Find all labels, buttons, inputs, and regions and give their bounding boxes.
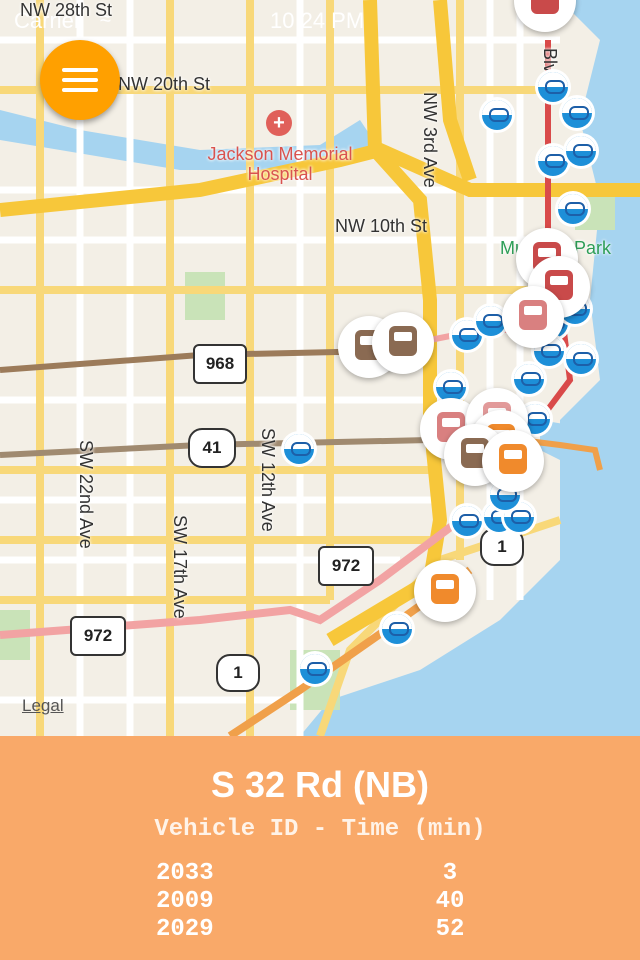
arrival-row: 2033 3: [0, 860, 640, 888]
bike-station-icon[interactable]: [538, 146, 568, 176]
bus-icon[interactable]: [414, 560, 476, 622]
arrivals-column-header: Vehicle ID - Time (min): [154, 816, 486, 843]
arrivals-list: 2033 3 2009 40 2029 52: [0, 860, 640, 944]
street-label-nw-3rd-ave: NW 3rd Ave: [420, 92, 440, 188]
map-view[interactable]: Carrier ≈ 10:24 PM NW 28th St NW 20th St…: [0, 0, 640, 736]
hospital-label: Jackson Memorial Hospital: [207, 144, 353, 184]
bike-station-icon[interactable]: [382, 614, 412, 644]
clock-label: 10:24 PM: [270, 8, 365, 33]
bike-station-icon[interactable]: [562, 98, 592, 128]
arrival-row: 2029 52: [0, 916, 640, 944]
hamburger-icon: [62, 88, 98, 92]
bike-station-icon[interactable]: [538, 72, 568, 102]
highway-shield-972: 972: [318, 546, 374, 586]
menu-button[interactable]: [40, 40, 120, 120]
street-label-sw-17th-ave: SW 17th Ave: [170, 515, 190, 619]
bike-station-icon[interactable]: [558, 194, 588, 224]
vehicle-id: 2029: [156, 916, 214, 943]
street-label-sw-22nd-ave: SW 22nd Ave: [76, 440, 96, 549]
arrival-time: 52: [435, 916, 465, 943]
highway-shield-41: 41: [188, 428, 236, 468]
bike-station-icon[interactable]: [284, 434, 314, 464]
bus-icon[interactable]: [502, 286, 564, 348]
arrival-time: 40: [435, 888, 465, 915]
street-label-sw-12th-ave: SW 12th Ave: [258, 428, 278, 532]
arrival-time: 3: [442, 860, 458, 887]
vehicle-id: 2033: [156, 860, 214, 887]
bike-station-icon[interactable]: [514, 364, 544, 394]
bike-station-icon[interactable]: [482, 100, 512, 130]
hamburger-icon: [62, 68, 98, 72]
bike-station-icon[interactable]: [566, 136, 596, 166]
street-label-nw-28th: NW 28th St: [20, 0, 113, 20]
street-label-nw-10th: NW 10th St: [335, 216, 428, 236]
stop-name: S 32 Rd (NB): [210, 764, 430, 805]
highway-shield-972-west: 972: [70, 616, 126, 656]
arrivals-panel: S 32 Rd (NB) Vehicle ID - Time (min) 203…: [0, 736, 640, 960]
highway-shield-968: 968: [193, 344, 247, 384]
bus-icon[interactable]: [372, 312, 434, 374]
bike-station-icon[interactable]: [452, 506, 482, 536]
legal-link[interactable]: Legal: [22, 696, 64, 716]
bike-station-icon[interactable]: [300, 654, 330, 684]
highway-shield-1: 1: [216, 654, 260, 692]
hospital-icon: +: [266, 110, 292, 136]
street-label-nw-20th: NW 20th St: [118, 74, 211, 94]
bus-icon[interactable]: [482, 430, 544, 492]
vehicle-id: 2009: [156, 888, 214, 915]
arrival-row: 2009 40: [0, 888, 640, 916]
highway-shield-1-east: 1: [480, 528, 524, 566]
hamburger-icon: [62, 78, 98, 82]
bike-station-icon[interactable]: [566, 344, 596, 374]
